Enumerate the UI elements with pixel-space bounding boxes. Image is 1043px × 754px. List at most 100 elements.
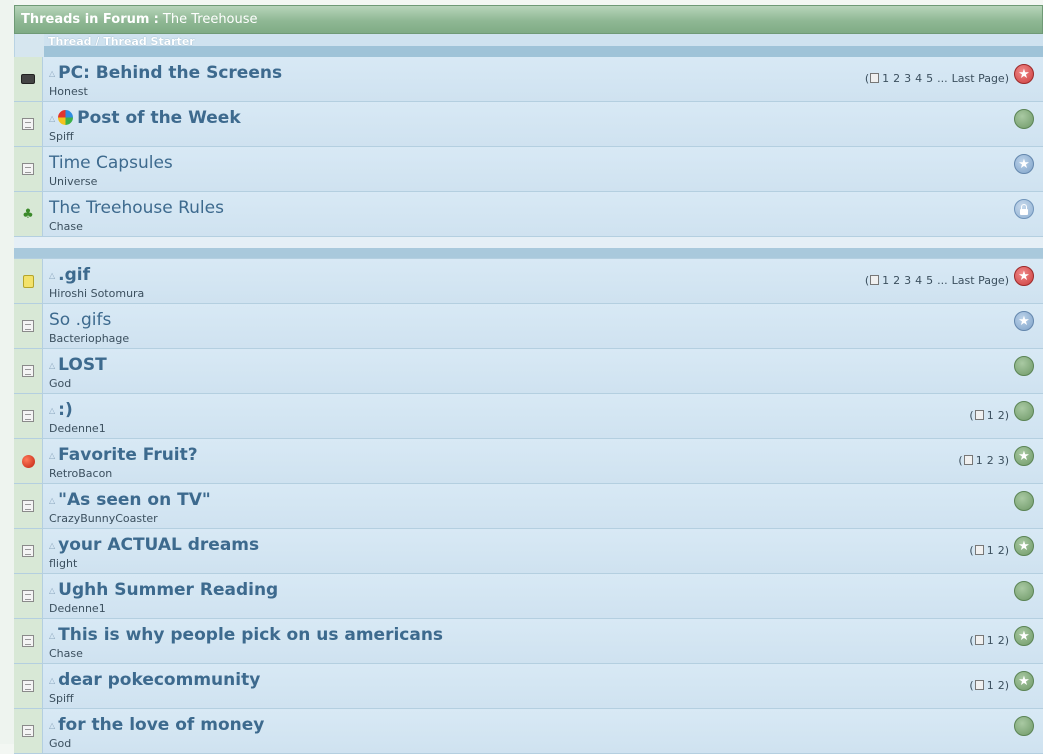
document-icon	[22, 163, 34, 175]
expand-arrow-icon[interactable]: △	[49, 361, 55, 370]
expand-arrow-icon[interactable]: △	[49, 721, 55, 730]
green-star-icon: ★	[1014, 446, 1034, 466]
thread-title-link[interactable]: dear pokecommunity	[58, 670, 260, 690]
page-link[interactable]: 1	[987, 634, 994, 647]
expand-arrow-icon[interactable]: △	[49, 271, 55, 280]
page-link[interactable]: 1	[882, 274, 889, 287]
thread-title-link[interactable]: .gif	[58, 265, 90, 285]
pie-chart-icon	[58, 110, 74, 125]
page-link: ...	[937, 72, 948, 85]
expand-arrow-icon[interactable]: △	[49, 676, 55, 685]
document-icon	[22, 590, 34, 602]
thread-title-link[interactable]: So .gifs	[49, 310, 111, 330]
thread-title-link[interactable]: Favorite Fruit?	[58, 445, 197, 465]
multipage-icon	[963, 455, 973, 465]
expand-arrow-icon[interactable]: △	[49, 631, 55, 640]
page-link[interactable]: 1	[882, 72, 889, 85]
thread-title-link[interactable]: Ughh Summer Reading	[58, 580, 278, 600]
thread-row: △ This is why people pick on us americans…	[14, 619, 1043, 664]
forum-name[interactable]: The Treehouse	[163, 12, 258, 27]
hot-star-icon: ★	[1014, 64, 1034, 84]
expand-arrow-icon[interactable]: △	[49, 496, 55, 505]
page-link[interactable]: 1	[987, 409, 994, 422]
thread-starter-link[interactable]: RetroBacon	[49, 467, 112, 480]
expand-arrow-icon[interactable]: △	[49, 114, 55, 123]
expand-arrow-icon[interactable]: △	[49, 541, 55, 550]
thread-starter-link[interactable]: Universe	[49, 175, 97, 188]
page-link[interactable]: 2	[893, 274, 900, 287]
thread-icon-cell	[14, 394, 43, 438]
thread-starter-link[interactable]: CrazyBunnyCoaster	[49, 512, 158, 525]
page-link[interactable]: 2	[893, 72, 900, 85]
green-dot-icon	[1014, 401, 1034, 421]
page-link[interactable]: 3	[904, 274, 911, 287]
thread-starter-link[interactable]: Spiff	[49, 130, 74, 143]
page-link[interactable]: 4	[915, 274, 922, 287]
page-link[interactable]: Last Page	[952, 274, 1005, 287]
page-links: (1 2 3 4 5... Last Page)	[864, 274, 1009, 287]
thread-starter-link[interactable]: Chase	[49, 647, 83, 660]
page-link[interactable]: 3	[998, 454, 1005, 467]
thread-title-link[interactable]: :)	[58, 400, 73, 420]
thread-title-link[interactable]: PC: Behind the Screens	[58, 63, 282, 83]
thread-starter-link[interactable]: Spiff	[49, 692, 74, 705]
green-star-icon: ★	[1014, 671, 1034, 691]
thread-title-link[interactable]: The Treehouse Rules	[49, 198, 224, 218]
sticky-separator	[14, 237, 1043, 259]
page-link[interactable]: 5	[926, 72, 933, 85]
expand-arrow-icon[interactable]: △	[49, 451, 55, 460]
page-link[interactable]: 1	[987, 544, 994, 557]
thread-row: △ your ACTUAL dreams flight (1 2) ★	[14, 529, 1043, 574]
page-links: (1 2 3)	[958, 454, 1009, 467]
page-link[interactable]: 2	[998, 409, 1005, 422]
page-link[interactable]: 2	[998, 634, 1005, 647]
page-link[interactable]: 4	[915, 72, 922, 85]
document-icon	[22, 635, 34, 647]
thread-title-link[interactable]: your ACTUAL dreams	[58, 535, 259, 555]
thread-title-link[interactable]: "As seen on TV"	[58, 490, 211, 510]
apple-icon	[21, 454, 35, 468]
thread-starter-link[interactable]: Hiroshi Sotomura	[49, 287, 144, 300]
thread-starter-link[interactable]: flight	[49, 557, 77, 570]
thread-title-link[interactable]: for the love of money	[58, 715, 264, 735]
thread-starter-link[interactable]: Chase	[49, 220, 83, 233]
forum-header: Threads in Forum : The Treehouse	[14, 5, 1043, 34]
expand-arrow-icon[interactable]: △	[49, 406, 55, 415]
page-link[interactable]: 5	[926, 274, 933, 287]
thread-info-cell: So .gifs Bacteriophage ★	[43, 304, 1043, 348]
expand-arrow-icon[interactable]: △	[49, 586, 55, 595]
multipage-icon	[870, 73, 880, 83]
page-link[interactable]: 3	[904, 72, 911, 85]
thread-starter-link[interactable]: Honest	[49, 85, 88, 98]
thread-info-cell: △ .gif Hiroshi Sotomura (1 2 3 4 5... Last Page)…	[43, 259, 1043, 303]
column-header-label[interactable]: Thread / Thread Starter	[48, 35, 195, 48]
page-link[interactable]: 2	[987, 454, 994, 467]
page-link[interactable]: 2	[998, 679, 1005, 692]
expand-arrow-icon[interactable]: △	[49, 69, 55, 78]
forum-header-separator: :	[153, 12, 159, 27]
page-link[interactable]: 1	[976, 454, 983, 467]
thread-info-cell: △ LOST God	[43, 349, 1043, 393]
thread-row: △ PC: Behind the Screens Honest(1 2 3 4 5... La…	[14, 57, 1043, 102]
thread-row: ♣ The Treehouse Rules Chase	[14, 192, 1043, 237]
thread-row: △ Favorite Fruit? RetroBacon (1 2 3) ★	[14, 439, 1043, 484]
column-header: Thread / Thread Starter	[14, 34, 1043, 57]
page-links: (1 2)	[969, 679, 1009, 692]
thread-title-link[interactable]: This is why people pick on us americans	[58, 625, 443, 645]
page-link[interactable]: 1	[987, 679, 994, 692]
thread-starter-link[interactable]: Dedenne1	[49, 422, 106, 435]
green-dot-icon	[1014, 109, 1034, 129]
thread-starter-link[interactable]: Dedenne1	[49, 602, 106, 615]
green-dot-icon	[1014, 716, 1034, 736]
thread-icon-cell	[14, 304, 43, 348]
page-link[interactable]: Last Page	[952, 72, 1005, 85]
page-link[interactable]: 2	[998, 544, 1005, 557]
thread-icon-cell	[14, 574, 43, 618]
thread-title-link[interactable]: Post of the Week	[77, 108, 240, 128]
thread-title-link[interactable]: LOST	[58, 355, 107, 375]
document-icon	[22, 118, 34, 130]
thread-starter-link[interactable]: Bacteriophage	[49, 332, 129, 345]
document-icon	[22, 680, 34, 692]
thread-starter-link[interactable]: God	[49, 377, 71, 390]
thread-title-link[interactable]: Time Capsules	[49, 153, 173, 173]
